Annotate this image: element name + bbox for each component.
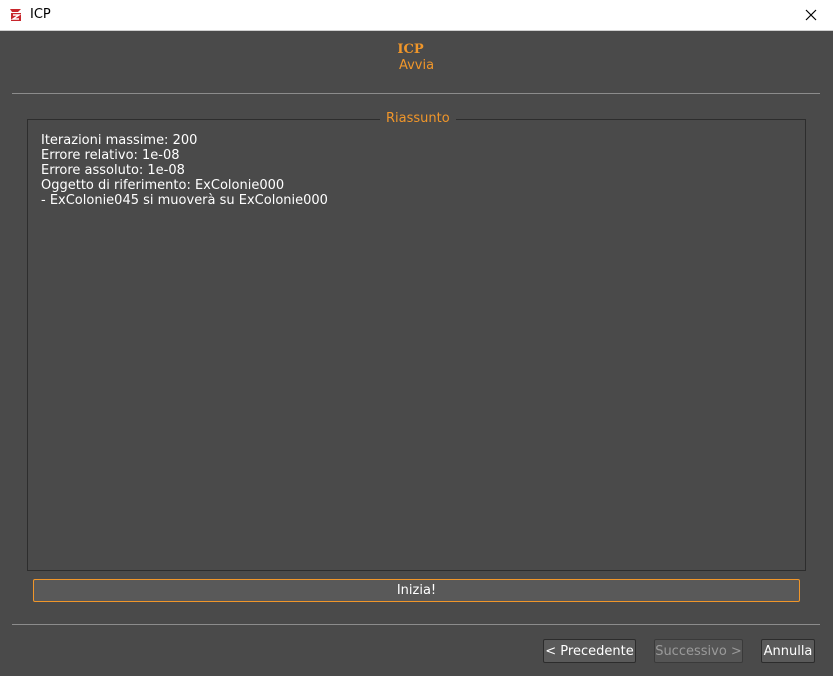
- page-subtitle: Avvia: [398, 58, 435, 73]
- start-button[interactable]: Inizia!: [33, 579, 800, 602]
- cancel-button[interactable]: Annulla: [761, 639, 815, 663]
- window-title: ICP: [30, 7, 51, 22]
- app-logo-icon: [8, 7, 24, 23]
- footer-divider: [12, 624, 820, 625]
- summary-panel: Riassunto Iterazioni massime: 200 Errore…: [27, 111, 806, 571]
- summary-line-relative-error: Errore relativo: 1e-08: [41, 148, 180, 163]
- previous-button[interactable]: < Precedente: [543, 639, 636, 663]
- close-icon: [805, 9, 817, 21]
- close-button[interactable]: [789, 0, 833, 30]
- summary-line-reference-object: Oggetto di riferimento: ExColonie000: [41, 178, 285, 193]
- next-button[interactable]: Successivo >: [654, 639, 743, 663]
- summary-legend: Riassunto: [380, 111, 456, 126]
- summary-line-move-info: - ExColonie045 si muoverà su ExColonie00…: [41, 193, 328, 208]
- summary-text: Iterazioni massime: 200 Errore relativo:…: [41, 133, 328, 208]
- page-title: ICP: [397, 42, 424, 57]
- header-divider: [12, 93, 820, 94]
- title-bar: ICP: [0, 0, 833, 31]
- summary-line-max-iterations: Iterazioni massime: 200: [41, 133, 198, 148]
- summary-line-absolute-error: Errore assoluto: 1e-08: [41, 163, 185, 178]
